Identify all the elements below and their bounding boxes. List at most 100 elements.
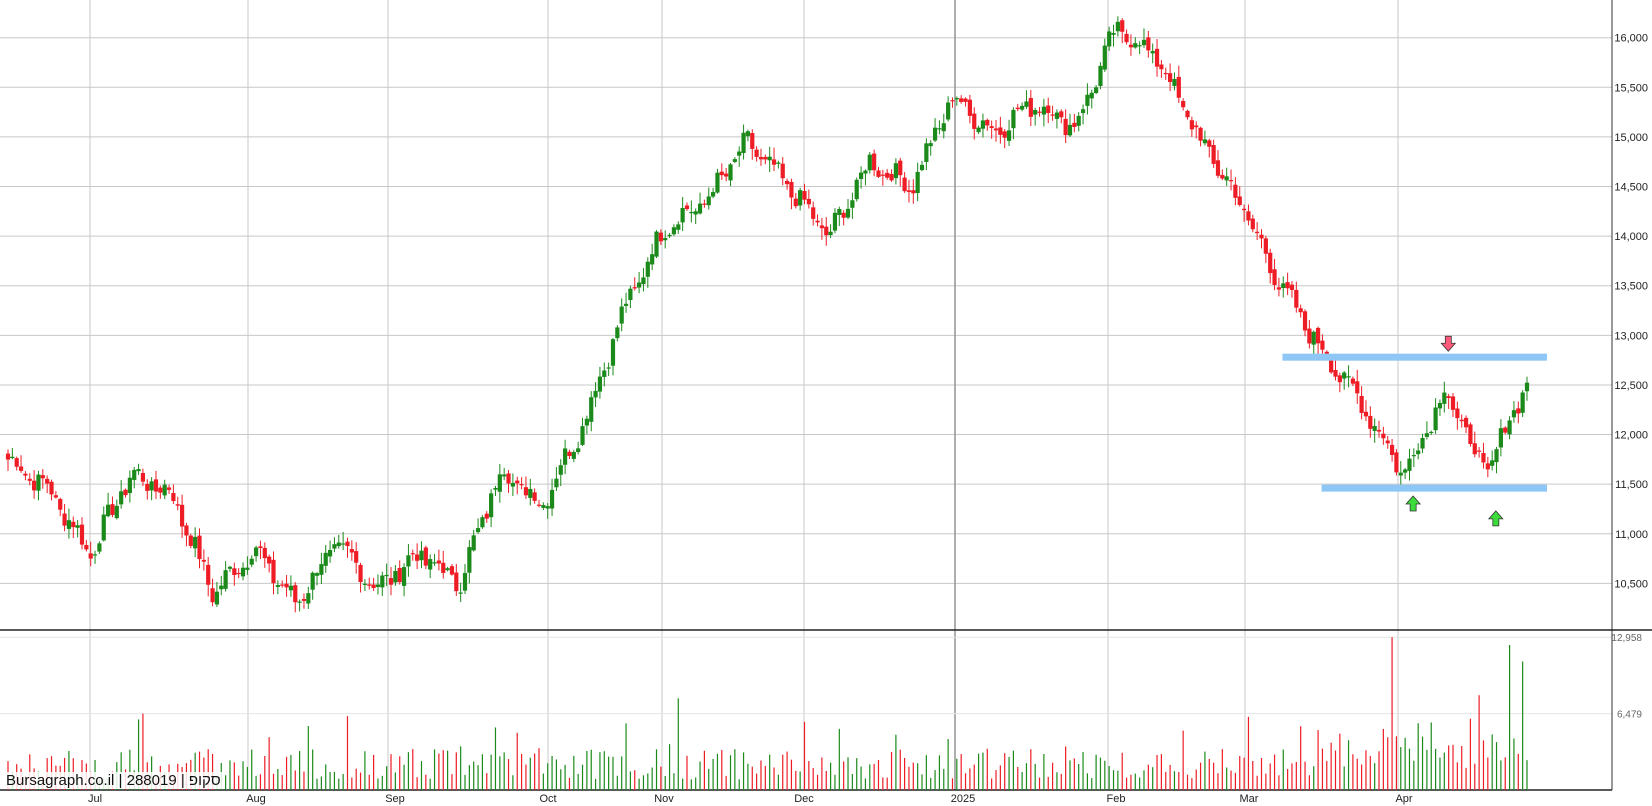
candle-body <box>1337 375 1342 383</box>
candle-body <box>267 556 272 564</box>
candle-body <box>1063 118 1068 136</box>
candle-body <box>1437 402 1443 409</box>
candle-body <box>1041 106 1046 115</box>
candle-body <box>49 481 54 495</box>
candle-body <box>66 520 72 529</box>
candle-body <box>1250 218 1255 230</box>
candle-body <box>1037 111 1042 113</box>
candle-body <box>245 567 250 570</box>
candle-body <box>388 578 394 585</box>
candle-body <box>1054 112 1060 119</box>
candle-body <box>1298 308 1303 313</box>
y-tick-label: 14,000 <box>1614 231 1648 243</box>
candle-body <box>724 173 729 177</box>
candle-body <box>223 570 228 589</box>
candle-body <box>375 584 381 587</box>
candle-body <box>219 585 224 590</box>
candle-body <box>240 567 246 577</box>
candle-body <box>1307 328 1312 344</box>
candle-body <box>419 550 424 561</box>
candle-body <box>763 156 768 160</box>
x-tick-label: Apr <box>1395 793 1412 805</box>
candle-body <box>658 232 663 242</box>
candle-body <box>1320 340 1325 350</box>
candle-body <box>149 481 154 491</box>
candle-body <box>872 153 877 171</box>
candle-body <box>127 477 132 494</box>
candle-body <box>806 198 811 205</box>
candle-body <box>802 191 807 200</box>
candle-body <box>158 487 163 493</box>
candle-body <box>1067 124 1073 136</box>
candle-body <box>771 159 777 165</box>
candle-body <box>528 488 533 498</box>
candle-body <box>1516 408 1521 414</box>
candle-body <box>602 370 607 377</box>
candle-body <box>1211 145 1216 164</box>
candle-body <box>336 542 341 547</box>
candle-body <box>1463 417 1469 428</box>
candle-body <box>645 261 650 277</box>
candle-body <box>1481 452 1486 463</box>
candle-body <box>1403 469 1408 473</box>
candle-body <box>998 127 1003 135</box>
candle-body <box>445 568 450 571</box>
vol-tick-label: 12,958 <box>1611 633 1642 644</box>
candle-body <box>959 98 964 102</box>
candle-body <box>571 452 576 459</box>
candle-body <box>323 552 328 566</box>
candle-body <box>1342 372 1347 379</box>
candle-body <box>210 588 215 603</box>
candle-body <box>1372 426 1377 431</box>
candle-body <box>1285 282 1290 289</box>
candle-body <box>1490 460 1495 466</box>
candle-body <box>436 560 441 564</box>
candle-body <box>293 585 298 603</box>
y-tick-label: 13,500 <box>1614 281 1648 293</box>
candle-body <box>545 506 550 509</box>
stock-chart: 10,500 11,000 11,500 12,000 12,500 13,000 13,5… <box>0 0 1652 805</box>
candle-body <box>132 469 137 480</box>
candle-body <box>758 157 764 160</box>
candle-body <box>1429 431 1434 434</box>
candle-body <box>441 562 446 573</box>
candle-body <box>106 504 111 517</box>
candle-body <box>79 524 85 545</box>
candle-body <box>1046 105 1051 114</box>
candle-body <box>558 465 563 475</box>
candle-body <box>506 473 511 484</box>
candle-body <box>201 559 206 562</box>
candle-body <box>406 555 411 567</box>
candle-body <box>841 212 846 218</box>
candle-body <box>789 181 794 198</box>
candle-body <box>1494 449 1499 463</box>
candle-body <box>715 172 720 193</box>
candle-body <box>1020 105 1025 110</box>
candle-body <box>1089 92 1094 99</box>
candle-body <box>741 132 746 154</box>
candle-body <box>989 126 994 129</box>
candle-body <box>262 547 267 559</box>
candle-body <box>1485 463 1490 470</box>
candle-body <box>911 190 916 194</box>
candle-body <box>776 162 781 164</box>
candle-body <box>36 474 41 491</box>
candle-body <box>197 535 202 560</box>
candle-body <box>92 554 98 556</box>
candle-body <box>162 484 167 496</box>
candle-body <box>10 456 15 459</box>
candle-body <box>1520 392 1525 413</box>
candle-body <box>1133 43 1138 48</box>
candle-body <box>745 131 751 137</box>
candle-body <box>271 559 276 584</box>
candle-body <box>97 543 102 552</box>
candle-body <box>1450 396 1456 410</box>
candle-body <box>985 119 990 126</box>
candle-body <box>1503 427 1508 433</box>
candle-body <box>684 205 690 210</box>
candle-body <box>1385 440 1390 444</box>
candle-body <box>1189 120 1194 130</box>
candle-body <box>367 584 372 586</box>
candle-body <box>902 177 907 192</box>
candle-body <box>580 426 585 445</box>
